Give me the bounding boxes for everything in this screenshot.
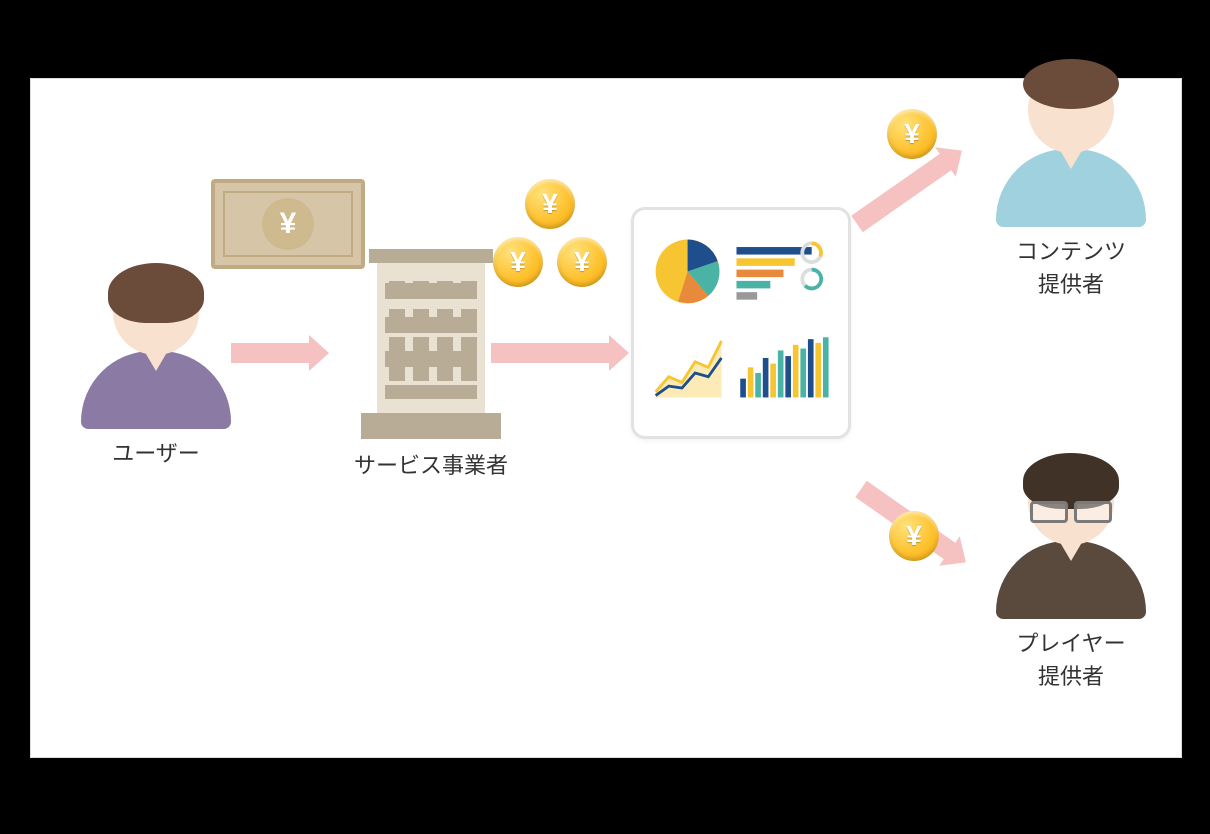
arrow-dc3-to-content bbox=[851, 153, 953, 232]
arrow-user-to-service bbox=[231, 343, 311, 363]
node-user-label: ユーザー bbox=[71, 437, 241, 470]
yen-coin-icon bbox=[889, 511, 939, 561]
yen-coin-icon bbox=[525, 179, 575, 229]
node-user: ユーザー bbox=[71, 269, 241, 470]
node-content-provider: コンテンツ 提供者 bbox=[981, 67, 1161, 301]
yen-icon: ¥ bbox=[262, 198, 314, 250]
node-content-label-2: 提供者 bbox=[981, 268, 1161, 301]
dashboard-icon bbox=[631, 207, 851, 439]
node-player-label-2: 提供者 bbox=[981, 660, 1161, 693]
node-player-provider: プレイヤー 提供者 bbox=[981, 459, 1161, 693]
content-provider-avatar-icon bbox=[1001, 67, 1141, 227]
building-icon bbox=[361, 239, 501, 439]
node-content-label-1: コンテンツ bbox=[981, 235, 1161, 268]
player-provider-avatar-icon bbox=[1001, 459, 1141, 619]
yen-coin-icon bbox=[557, 237, 607, 287]
arrow-service-to-dc3 bbox=[491, 343, 611, 363]
user-avatar-icon bbox=[86, 269, 226, 429]
diagram-canvas: ユーザー ¥ bbox=[30, 78, 1182, 758]
node-service-label: サービス事業者 bbox=[321, 449, 541, 482]
yen-coin-icon bbox=[493, 237, 543, 287]
yen-coin-icon bbox=[887, 109, 937, 159]
glasses-icon bbox=[1030, 501, 1112, 519]
node-dc3: DC3が集計 bbox=[631, 207, 871, 246]
node-player-label-1: プレイヤー bbox=[981, 627, 1161, 660]
